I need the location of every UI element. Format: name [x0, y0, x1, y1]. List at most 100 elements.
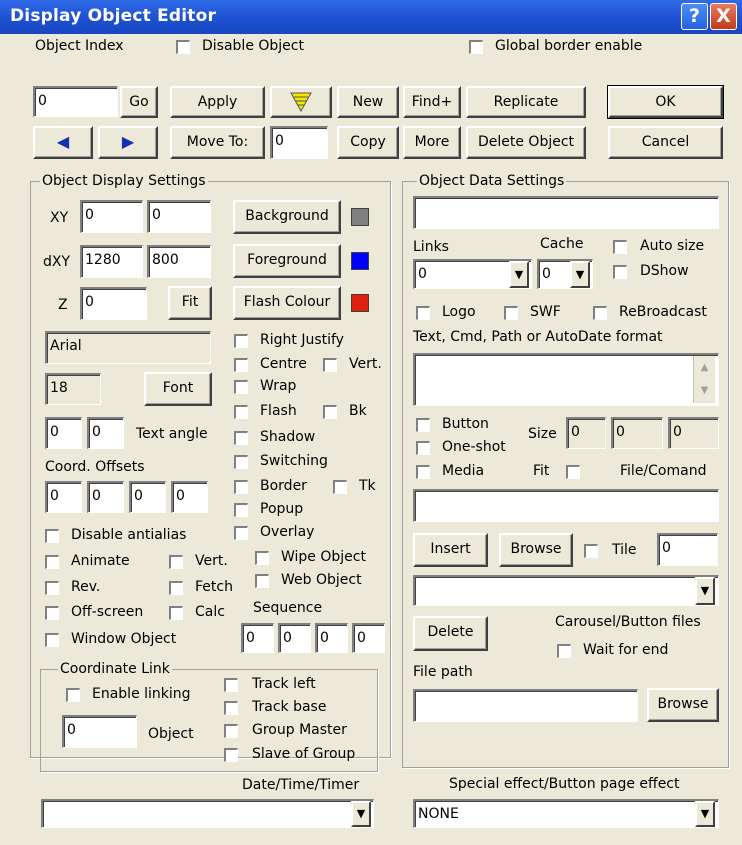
fetch-checkbox[interactable] — [169, 581, 183, 595]
wipe-object-checkbox[interactable] — [255, 551, 269, 565]
fit-button[interactable]: Fit — [168, 286, 212, 320]
cache-chevron-down-icon[interactable]: ▼ — [570, 261, 590, 288]
go-button[interactable]: Go — [120, 86, 158, 118]
popup-checkbox[interactable] — [234, 503, 248, 517]
close-button[interactable]: X — [710, 3, 737, 30]
new-button[interactable]: New — [337, 86, 399, 118]
help-button[interactable]: ? — [681, 3, 708, 30]
sequence-1-input[interactable]: 0 — [241, 623, 274, 653]
swf-checkbox[interactable] — [504, 306, 518, 320]
file-list-select[interactable] — [413, 575, 719, 606]
coord-offset-1-input[interactable]: 0 — [45, 481, 82, 513]
browse-file-path-button[interactable]: Browse — [647, 688, 719, 722]
web-object-checkbox[interactable] — [255, 574, 269, 588]
file-path-input[interactable] — [413, 689, 638, 722]
animate-checkbox[interactable] — [45, 555, 59, 569]
flash-colour-button[interactable]: Flash Colour — [233, 286, 341, 320]
flash-checkbox[interactable] — [234, 405, 248, 419]
text-angle-b-input[interactable]: 0 — [87, 417, 124, 449]
move-to-button[interactable]: Move To: — [170, 126, 265, 159]
text-cmd-textarea[interactable] — [413, 353, 719, 406]
enable-linking-checkbox[interactable] — [66, 688, 80, 702]
coord-offset-2-input[interactable]: 0 — [87, 481, 124, 513]
dx-input[interactable]: 1280 — [80, 245, 143, 278]
right-justify-checkbox[interactable] — [234, 334, 248, 348]
file-command-input[interactable] — [413, 489, 719, 522]
text-angle-a-input[interactable]: 0 — [45, 417, 82, 449]
tile-checkbox[interactable] — [584, 544, 598, 558]
coord-offset-3-input[interactable]: 0 — [129, 481, 166, 513]
font-button[interactable]: Font — [144, 372, 212, 406]
disable-antialias-checkbox[interactable] — [45, 529, 59, 543]
links-chevron-down-icon[interactable]: ▼ — [509, 261, 529, 288]
tk-checkbox[interactable] — [333, 480, 347, 494]
special-effect-select[interactable]: NONE — [413, 799, 719, 828]
calc-checkbox[interactable] — [169, 606, 183, 620]
global-border-checkbox[interactable] — [469, 40, 483, 54]
vert-animate-checkbox[interactable] — [169, 555, 183, 569]
border-checkbox[interactable] — [234, 480, 248, 494]
foreground-button[interactable]: Foreground — [233, 244, 341, 278]
bk-checkbox[interactable] — [323, 405, 337, 419]
track-base-checkbox[interactable] — [224, 701, 238, 715]
scroll-down-icon[interactable]: ▼ — [694, 379, 715, 402]
switching-checkbox[interactable] — [234, 455, 248, 469]
button-checkbox[interactable] — [416, 418, 430, 432]
ok-button[interactable]: OK — [607, 85, 724, 119]
tile-input[interactable]: 0 — [657, 533, 718, 566]
shadow-checkbox[interactable] — [234, 431, 248, 445]
delete-button[interactable]: Delete — [413, 616, 488, 651]
more-button[interactable]: More — [403, 126, 461, 159]
x-input[interactable]: 0 — [80, 200, 143, 233]
filter-button[interactable] — [270, 86, 332, 118]
cancel-button[interactable]: Cancel — [608, 126, 723, 159]
slave-of-group-checkbox[interactable] — [224, 748, 238, 762]
delete-object-button[interactable]: Delete Object — [466, 126, 586, 159]
date-time-timer-select[interactable] — [41, 799, 374, 828]
sequence-2-input[interactable]: 0 — [278, 623, 311, 653]
apply-button[interactable]: Apply — [170, 86, 265, 118]
coord-offset-4-input[interactable]: 0 — [171, 481, 208, 513]
track-left-checkbox[interactable] — [224, 678, 238, 692]
object-index-input[interactable]: 0 — [33, 86, 118, 117]
auto-size-checkbox[interactable] — [613, 240, 627, 254]
rebroadcast-checkbox[interactable] — [593, 306, 607, 320]
next-button[interactable]: ▶ — [98, 126, 158, 159]
special-effect-chevron-down-icon[interactable]: ▼ — [695, 801, 715, 827]
scroll-up-icon[interactable]: ▲ — [694, 356, 715, 379]
file-list-chevron-down-icon[interactable]: ▼ — [695, 577, 715, 605]
wait-for-end-checkbox[interactable] — [557, 644, 571, 658]
dy-input[interactable]: 800 — [147, 245, 211, 278]
popup-label: Popup — [260, 501, 304, 517]
dshow-checkbox[interactable] — [613, 265, 627, 279]
move-to-input[interactable]: 0 — [270, 126, 328, 159]
wrap-checkbox[interactable] — [234, 380, 248, 394]
off-screen-checkbox[interactable] — [45, 606, 59, 620]
rev-checkbox[interactable] — [45, 581, 59, 595]
one-shot-checkbox[interactable] — [416, 441, 430, 455]
previous-button[interactable]: ◀ — [33, 126, 93, 159]
copy-button[interactable]: Copy — [337, 126, 399, 159]
media-checkbox[interactable] — [416, 465, 430, 479]
link-object-input[interactable]: 0 — [62, 715, 137, 748]
sequence-4-input[interactable]: 0 — [352, 623, 385, 653]
centre-checkbox[interactable] — [234, 358, 248, 372]
chevron-down-icon[interactable]: ▼ — [351, 801, 371, 827]
textarea-scrollbar[interactable]: ▲ ▼ — [693, 356, 715, 403]
disable-object-checkbox[interactable] — [176, 40, 190, 54]
z-input[interactable]: 0 — [80, 287, 147, 320]
overlay-checkbox[interactable] — [234, 526, 248, 540]
y-input[interactable]: 0 — [147, 200, 211, 233]
window-object-checkbox[interactable] — [45, 633, 59, 647]
replicate-button[interactable]: Replicate — [466, 86, 586, 118]
logo-checkbox[interactable] — [416, 306, 430, 320]
sequence-3-input[interactable]: 0 — [315, 623, 348, 653]
group-master-checkbox[interactable] — [224, 724, 238, 738]
browse-button[interactable]: Browse — [499, 533, 573, 567]
find-plus-button[interactable]: Find+ — [403, 86, 461, 118]
background-button[interactable]: Background — [233, 200, 341, 234]
insert-button[interactable]: Insert — [413, 533, 488, 567]
fit-data-checkbox[interactable] — [566, 465, 580, 479]
object-name-input[interactable] — [413, 196, 719, 229]
vert-text-checkbox[interactable] — [323, 358, 337, 372]
